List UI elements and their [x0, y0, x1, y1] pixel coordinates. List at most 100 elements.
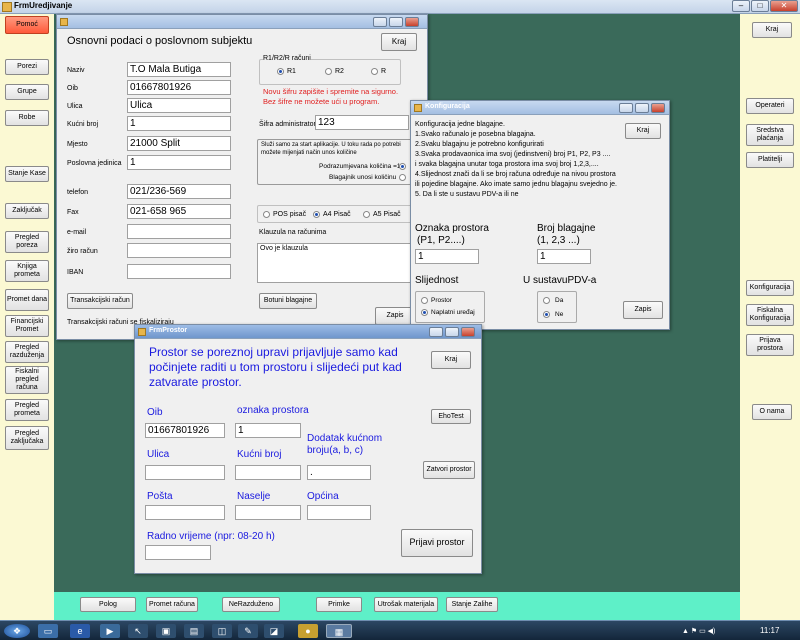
robe-button[interactable]: Robe — [5, 110, 49, 126]
oznaka-label-1: Oznaka prostora — [415, 223, 489, 234]
pregled-zakljucaka-button[interactable]: Pregled zaključaka — [5, 426, 49, 450]
a4-printer-radio[interactable] — [313, 211, 320, 218]
clause-textarea[interactable]: Ovo je klauzula — [257, 243, 415, 283]
transakcijski-racun-button[interactable]: Transakcijski račun — [67, 293, 133, 309]
prostor-dodatak-field[interactable]: . — [307, 465, 371, 480]
naplatni-uredaj-radio[interactable] — [421, 309, 428, 316]
utrosak-materijala-button[interactable]: Utrošak materijala — [374, 597, 438, 612]
active-app-icon[interactable]: ▦ — [326, 624, 352, 638]
promet-racuna-button[interactable]: Promet računa — [146, 597, 198, 612]
kraj-right-button[interactable]: Kraj — [752, 22, 792, 38]
fax-field[interactable]: 021-658 965 — [127, 204, 231, 219]
maximize-icon[interactable] — [445, 327, 459, 337]
knjiga-prometa-button[interactable]: Knjiga prometa — [5, 260, 49, 282]
qty-opt-2-radio[interactable] — [399, 174, 406, 181]
prostor-opcina-field[interactable] — [307, 505, 371, 520]
a5-printer-radio[interactable] — [363, 211, 370, 218]
media-icon[interactable]: ▶ — [100, 624, 120, 638]
r2-radio[interactable] — [325, 68, 332, 75]
app-icon-5[interactable]: ◪ — [264, 624, 284, 638]
pregled-poreza-button[interactable]: Pregled poreza — [5, 231, 49, 253]
company-zapis-button[interactable]: Zapis — [375, 307, 415, 325]
maximize-icon[interactable] — [635, 103, 649, 113]
config-zapis-button[interactable]: Zapis — [623, 301, 663, 319]
kucni-broj-field[interactable]: 1 — [127, 116, 231, 131]
mjesto-field[interactable]: 21000 Split — [127, 136, 231, 151]
r-radio[interactable] — [371, 68, 378, 75]
tool-icon[interactable]: ↖ — [128, 624, 148, 638]
zakljucak-button[interactable]: Zaključak — [5, 203, 49, 219]
close-icon[interactable] — [461, 327, 475, 337]
app-icon-3[interactable]: ◫ — [212, 624, 232, 638]
admin-field[interactable]: 123 — [315, 115, 409, 130]
prostor-oznaka-field[interactable]: 1 — [235, 423, 301, 438]
config-broj-field[interactable]: 1 — [537, 249, 591, 264]
config-oznaka-field[interactable]: 1 — [415, 249, 479, 264]
stanje-kase-button[interactable]: Stanje Kase — [5, 166, 49, 182]
pdv-ne-radio[interactable] — [543, 311, 550, 318]
email-field[interactable] — [127, 224, 231, 239]
prostor-naselje-field[interactable] — [235, 505, 301, 520]
fiskalna-konfiguracija-button[interactable]: Fiskalna Konfiguracija — [746, 304, 794, 326]
app-icon-4[interactable]: ✎ — [238, 624, 258, 638]
config-kraj-button[interactable]: Kraj — [625, 123, 661, 139]
prostor-oib-field[interactable]: 01667801926 — [145, 423, 225, 438]
financijski-promet-button[interactable]: Financijski Promet — [5, 315, 49, 337]
browser-icon[interactable]: e — [70, 624, 90, 638]
app-icon-2[interactable]: ▤ — [184, 624, 204, 638]
close-icon[interactable]: ✕ — [770, 0, 798, 12]
tray-icons[interactable]: ▲ ⚑ ▭ ◀) — [682, 627, 715, 635]
stanje-zalihe-button[interactable]: Stanje Zalihe — [446, 597, 498, 612]
prijava-prostora-button[interactable]: Prijava prostora — [746, 334, 794, 356]
minimize-icon[interactable] — [619, 103, 633, 113]
close-icon[interactable] — [651, 103, 665, 113]
start-icon[interactable]: ❖ — [4, 624, 30, 638]
poslovna-jedinica-field[interactable]: 1 — [127, 155, 231, 170]
porezi-button[interactable]: Porezi — [5, 59, 49, 75]
minimize-icon[interactable] — [429, 327, 443, 337]
prostor-radno-field[interactable] — [145, 545, 211, 560]
oib-field[interactable]: 01667801926 — [127, 80, 231, 95]
grupe-button[interactable]: Grupe — [5, 84, 49, 100]
iban-field[interactable] — [127, 264, 231, 279]
pomoc-button[interactable]: Pomoć — [5, 16, 49, 34]
close-icon[interactable] — [405, 17, 419, 27]
o-nama-button[interactable]: O nama — [752, 404, 792, 420]
nerazduzeno-button[interactable]: NeRazduženo — [222, 597, 280, 612]
prostor-ulica-field[interactable] — [145, 465, 225, 480]
prijavi-prostor-button[interactable]: Prijavi prostor — [401, 529, 473, 557]
promet-dana-button[interactable]: Promet dana — [5, 289, 49, 311]
zatvori-prostor-button[interactable]: Zatvori prostor — [423, 461, 475, 479]
konfiguracija-button[interactable]: Konfiguracija — [746, 280, 794, 296]
prostor-posta-field[interactable] — [145, 505, 225, 520]
platitelji-button[interactable]: Platitelji — [746, 152, 794, 168]
telefon-field[interactable]: 021/236-569 — [127, 184, 231, 199]
prostor-kbroj-field[interactable] — [235, 465, 301, 480]
ulica-field[interactable]: Ulica — [127, 98, 231, 113]
polog-button[interactable]: Polog — [80, 597, 136, 612]
minimize-icon[interactable]: – — [732, 0, 750, 12]
maximize-icon[interactable] — [389, 17, 403, 27]
terminal-icon[interactable]: ▣ — [156, 624, 176, 638]
sredstva-placanja-button[interactable]: Sredstva plaćanja — [746, 124, 794, 146]
fiskalni-pregled-racuna-button[interactable]: Fiskalni pregled računa — [5, 366, 49, 394]
pregled-razduzenja-button[interactable]: Pregled razduženja — [5, 341, 49, 363]
chrome-icon[interactable]: ● — [298, 624, 318, 638]
botuni-blagajne-button[interactable]: Botuni blagajne — [259, 293, 317, 309]
ehotest-button[interactable]: EhoTest — [431, 409, 471, 424]
company-kraj-button[interactable]: Kraj — [381, 33, 417, 51]
explorer-icon[interactable]: ▭ — [38, 624, 58, 638]
pos-printer-radio[interactable] — [263, 211, 270, 218]
pdv-da-radio[interactable] — [543, 297, 550, 304]
minimize-icon[interactable] — [373, 17, 387, 27]
naziv-field[interactable]: T.O Mala Butiga — [127, 62, 231, 77]
pregled-prometa-button[interactable]: Pregled prometa — [5, 399, 49, 421]
maximize-icon[interactable]: □ — [751, 0, 769, 12]
qty-opt-1-radio[interactable] — [399, 163, 406, 170]
prostor-kraj-button[interactable]: Kraj — [431, 351, 471, 369]
primke-button[interactable]: Primke — [316, 597, 362, 612]
prostor-radio[interactable] — [421, 297, 428, 304]
operateri-button[interactable]: Operateri — [746, 98, 794, 114]
ziro-racun-field[interactable] — [127, 243, 231, 258]
r1-radio[interactable] — [277, 68, 284, 75]
